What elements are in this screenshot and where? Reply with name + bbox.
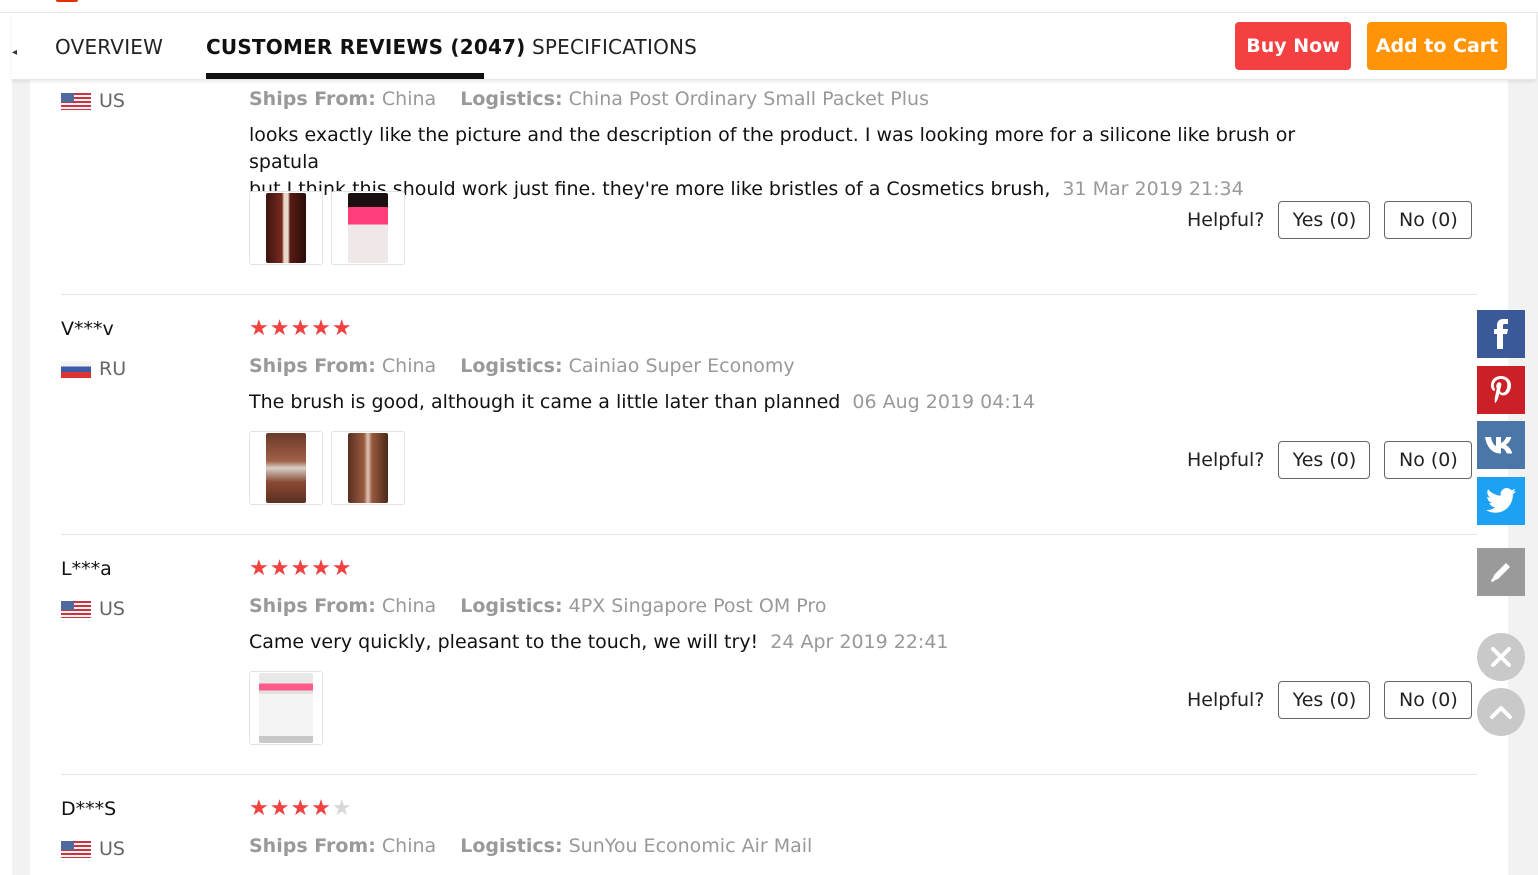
- country-code: US: [99, 598, 125, 620]
- star-icon: ★★★★: [249, 796, 332, 821]
- write-feedback-button[interactable]: [1477, 548, 1525, 596]
- review-text: The brush is good, although it came a li…: [249, 389, 1329, 416]
- shipping-info: Ships From: China Logistics: 4PX Singapo…: [249, 595, 826, 617]
- twitter-icon: [1486, 488, 1516, 513]
- ships-from-value: China: [381, 835, 437, 857]
- ships-from-value: China: [381, 595, 437, 617]
- helpful-yes-button[interactable]: Yes (0): [1278, 201, 1371, 239]
- helpful-no-button[interactable]: No (0): [1384, 441, 1473, 479]
- reviewer-name: D***S: [61, 798, 117, 820]
- logistics-label: Logistics:: [460, 355, 563, 377]
- ships-from-value: China: [381, 355, 437, 377]
- ships-from-label: Ships From:: [249, 355, 376, 377]
- close-sidebar-button[interactable]: [1477, 633, 1525, 681]
- review-photos: [249, 191, 405, 265]
- vk-icon: [1485, 437, 1513, 454]
- pinterest-share-button[interactable]: [1477, 366, 1525, 414]
- reviewer-country: US: [61, 598, 125, 620]
- logistics-label: Logistics:: [460, 595, 563, 617]
- review-divider: [61, 294, 1477, 295]
- helpful-vote: Helpful? Yes (0) No (0): [1187, 441, 1473, 479]
- top-strip: [0, 0, 1538, 13]
- shipping-info: Ships From: China Logistics: Cainiao Sup…: [249, 355, 795, 377]
- review-text: looks exactly like the picture and the d…: [249, 122, 1329, 203]
- review-photo[interactable]: [249, 431, 323, 505]
- tab-customer-reviews[interactable]: CUSTOMER REVIEWS (2047): [206, 35, 526, 59]
- logistics-value: SunYou Economic Air Mail: [568, 835, 813, 857]
- star-empty-icon: ★: [331, 796, 353, 821]
- pinterest-icon: [1491, 376, 1511, 404]
- rating-stars: ★★★★★: [249, 796, 353, 821]
- caret-left-icon: ◂: [12, 47, 18, 58]
- logistics-label: Logistics:: [460, 835, 563, 857]
- edit-icon: [1491, 563, 1510, 582]
- shipping-info: Ships From: China Logistics: SunYou Econ…: [249, 835, 812, 857]
- reviewer-country: RU: [61, 358, 126, 380]
- us-flag-icon: [61, 92, 91, 110]
- country-code: RU: [99, 358, 127, 380]
- back-to-top-button[interactable]: [1477, 688, 1525, 736]
- shipping-info: Ships From: China Logistics: China Post …: [249, 88, 929, 110]
- review-photos: [249, 671, 323, 745]
- review-divider: [61, 534, 1477, 535]
- reviewer-name: L***a: [61, 558, 112, 580]
- ships-from-label: Ships From:: [249, 88, 376, 110]
- logistics-value: China Post Ordinary Small Packet Plus: [568, 88, 929, 110]
- review-photos: [249, 431, 405, 505]
- facebook-share-button[interactable]: [1477, 310, 1525, 358]
- review-text-line: Came very quickly, pleasant to the touch…: [249, 631, 759, 653]
- logistics-value: Cainiao Super Economy: [568, 355, 795, 377]
- ships-from-value: China: [381, 88, 437, 110]
- us-flag-icon: [61, 600, 91, 618]
- logistics-label: Logistics:: [460, 88, 563, 110]
- helpful-no-button[interactable]: No (0): [1384, 681, 1473, 719]
- tab-overview[interactable]: OVERVIEW: [55, 35, 163, 59]
- review-date: 31 Mar 2019 21:34: [1062, 178, 1244, 200]
- helpful-yes-button[interactable]: Yes (0): [1278, 441, 1371, 479]
- star-icon: ★★★★★: [249, 556, 353, 581]
- review-divider: [61, 774, 1477, 775]
- helpful-vote: Helpful? Yes (0) No (0): [1187, 681, 1473, 719]
- country-code: US: [99, 90, 125, 112]
- reviewer-country: US: [61, 90, 125, 112]
- ru-flag-icon: [61, 360, 91, 378]
- close-icon: [1491, 647, 1511, 667]
- facebook-icon: [1494, 319, 1508, 349]
- product-tab-bar: ◂ OVERVIEW CUSTOMER REVIEWS (2047) SPECI…: [12, 13, 1536, 80]
- country-code: US: [99, 838, 125, 860]
- helpful-yes-button[interactable]: Yes (0): [1278, 681, 1371, 719]
- review-text-line: looks exactly like the picture and the d…: [249, 124, 1296, 173]
- left-strip: [0, 0, 12, 875]
- ships-from-label: Ships From:: [249, 595, 376, 617]
- helpful-no-button[interactable]: No (0): [1384, 201, 1473, 239]
- us-flag-icon: [61, 840, 91, 858]
- review-photo[interactable]: [331, 431, 405, 505]
- helpful-label: Helpful?: [1187, 449, 1265, 471]
- review-photo[interactable]: [249, 671, 323, 745]
- add-to-cart-button[interactable]: Add to Cart: [1367, 22, 1507, 70]
- reviewer-country: US: [61, 838, 125, 860]
- review-text-line: The brush is good, although it came a li…: [249, 391, 841, 413]
- ships-from-label: Ships From:: [249, 835, 376, 857]
- rating-stars: ★★★★★: [249, 556, 353, 581]
- review-date: 24 Apr 2019 22:41: [770, 631, 949, 653]
- helpful-label: Helpful?: [1187, 209, 1265, 231]
- logistics-value: 4PX Singapore Post OM Pro: [568, 595, 827, 617]
- buy-now-button[interactable]: Buy Now: [1235, 22, 1351, 70]
- review-date: 06 Aug 2019 04:14: [852, 391, 1035, 413]
- active-tab-indicator: [206, 73, 484, 79]
- review-photo[interactable]: [249, 191, 323, 265]
- reviewer-name: V***v: [61, 318, 114, 340]
- helpful-vote: Helpful? Yes (0) No (0): [1187, 201, 1473, 239]
- star-icon: ★★★★★: [249, 316, 353, 341]
- rating-stars: ★★★★★: [249, 316, 353, 341]
- review-photo[interactable]: [331, 191, 405, 265]
- review-text: Came very quickly, pleasant to the touch…: [249, 629, 1329, 656]
- twitter-share-button[interactable]: [1477, 477, 1525, 525]
- chevron-up-icon: [1490, 706, 1512, 719]
- tab-specifications[interactable]: SPECIFICATIONS: [532, 35, 697, 59]
- helpful-label: Helpful?: [1187, 689, 1265, 711]
- vk-share-button[interactable]: [1477, 421, 1525, 469]
- logo-fragment: [56, 0, 78, 2]
